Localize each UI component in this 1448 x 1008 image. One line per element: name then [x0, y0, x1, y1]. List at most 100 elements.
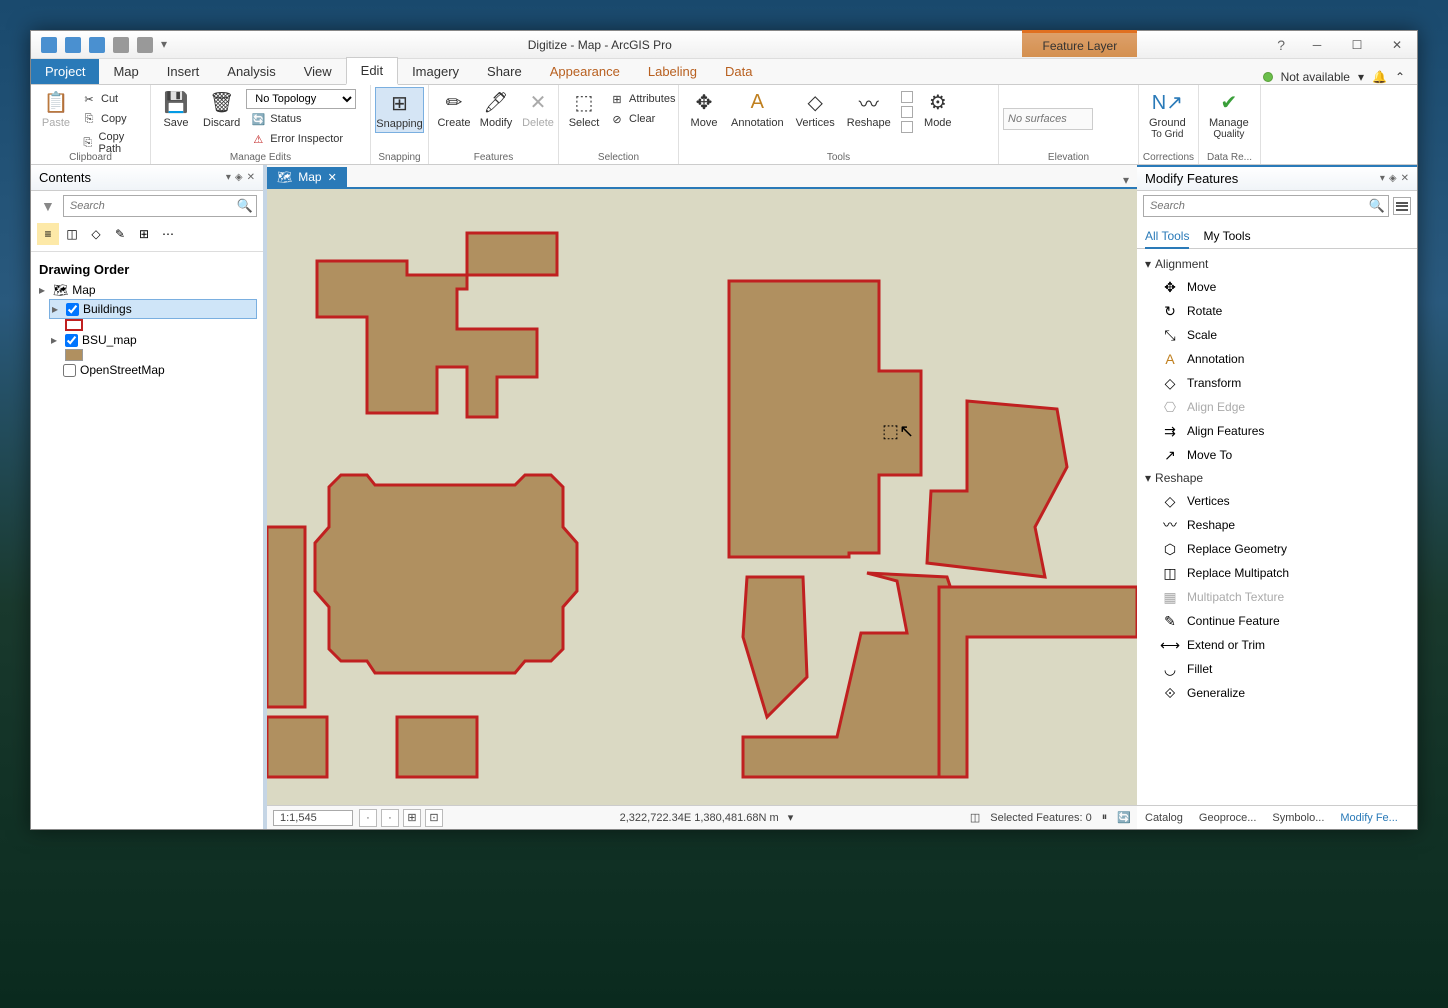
- tool-vertices[interactable]: ◇Vertices: [1137, 489, 1417, 513]
- tool-annotation[interactable]: AAnnotation: [1137, 347, 1417, 371]
- tool-extend-trim[interactable]: ⟷Extend or Trim: [1137, 633, 1417, 657]
- notification-icon[interactable]: 🔔: [1372, 70, 1387, 84]
- paste-button[interactable]: 📋 Paste: [35, 87, 77, 131]
- statusbar-icon-3[interactable]: ⊞: [403, 809, 421, 827]
- copy-button[interactable]: ⎘Copy: [77, 109, 146, 129]
- toc-list-by-editing[interactable]: ✎: [109, 223, 131, 245]
- tab-labeling[interactable]: Labeling: [634, 59, 711, 84]
- reshape-tool-button[interactable]: 〰Reshape: [841, 87, 897, 131]
- tab-project[interactable]: Project: [31, 59, 99, 84]
- toc-list-by-drawing-order[interactable]: ≡: [37, 223, 59, 245]
- map-canvas[interactable]: ⬚↖: [267, 189, 1137, 805]
- statusbar-icon-1[interactable]: ·: [359, 809, 377, 827]
- availability-dropdown-icon[interactable]: ▾: [1358, 70, 1364, 84]
- tool-transform[interactable]: ◇Transform: [1137, 371, 1417, 395]
- modify-search-input[interactable]: [1143, 195, 1389, 217]
- coordinates-dropdown-icon[interactable]: ▾: [788, 812, 794, 824]
- qat-redo-icon[interactable]: [137, 37, 153, 53]
- clear-button[interactable]: ⊘Clear: [605, 109, 679, 129]
- tab-view[interactable]: View: [290, 59, 346, 84]
- map-tab-close-icon[interactable]: ✕: [328, 171, 337, 184]
- buildings-visibility-checkbox[interactable]: [66, 303, 79, 316]
- tab-analysis[interactable]: Analysis: [213, 59, 289, 84]
- tab-appearance[interactable]: Appearance: [536, 59, 634, 84]
- toc-list-by-snapping[interactable]: ⊞: [133, 223, 155, 245]
- toc-list-by-selection[interactable]: ◇: [85, 223, 107, 245]
- bottom-tab-symbology[interactable]: Symbolo...: [1264, 808, 1332, 828]
- qat-new-icon[interactable]: [41, 37, 57, 53]
- tool-generalize[interactable]: ⟐Generalize: [1137, 681, 1417, 705]
- cut-button[interactable]: ✂Cut: [77, 89, 146, 109]
- expand-icon[interactable]: ▸: [52, 302, 62, 316]
- expand-icon[interactable]: ▸: [39, 283, 49, 297]
- toc-layer-buildings[interactable]: ▸ Buildings: [49, 299, 257, 319]
- toc-layer-bsu[interactable]: ▸ BSU_map: [49, 331, 257, 349]
- bsu-visibility-checkbox[interactable]: [65, 334, 78, 347]
- toc-more-icon[interactable]: ⋯: [157, 223, 179, 245]
- bottom-tab-modify-features[interactable]: Modify Fe...: [1332, 808, 1405, 828]
- expand-icon[interactable]: ▸: [51, 333, 61, 347]
- save-edits-button[interactable]: 💾Save: [155, 87, 197, 131]
- tab-edit[interactable]: Edit: [346, 57, 398, 85]
- tab-share[interactable]: Share: [473, 59, 536, 84]
- statusbar-icon-2[interactable]: ·: [381, 809, 399, 827]
- bottom-tab-geoprocessing[interactable]: Geoproce...: [1191, 808, 1264, 828]
- tool-reshape[interactable]: 〰Reshape: [1137, 513, 1417, 537]
- error-inspector-button[interactable]: ⚠Error Inspector: [246, 129, 356, 149]
- mode-button[interactable]: ⚙Mode: [917, 87, 959, 131]
- modify-button[interactable]: 🖊Modify: [475, 87, 517, 131]
- toc-map-node[interactable]: ▸ 🗺 Map: [37, 281, 257, 299]
- topology-dropdown[interactable]: No Topology: [246, 89, 356, 109]
- status-button[interactable]: 🔄Status: [246, 109, 356, 129]
- tool-rotate[interactable]: ↻Rotate: [1137, 299, 1417, 323]
- pause-drawing-icon[interactable]: ⏸: [1102, 811, 1108, 824]
- delete-button[interactable]: ✕Delete: [517, 87, 559, 131]
- search-icon[interactable]: 🔍: [237, 198, 253, 214]
- manage-quality-button[interactable]: ✔ Manage Quality: [1203, 87, 1255, 142]
- create-button[interactable]: ✏Create: [433, 87, 475, 131]
- search-icon[interactable]: 🔍: [1369, 198, 1385, 214]
- tab-map[interactable]: Map: [99, 59, 152, 84]
- mf-pin-icon[interactable]: ◈: [1389, 173, 1397, 184]
- toc-list-by-source[interactable]: ◫: [61, 223, 83, 245]
- mf-close-icon[interactable]: ✕: [1401, 173, 1409, 184]
- refresh-icon[interactable]: 🔄: [1117, 811, 1131, 824]
- mf-menu-icon[interactable]: [1393, 197, 1411, 215]
- tool-align-features[interactable]: ⇉Align Features: [1137, 419, 1417, 443]
- tool-scale[interactable]: ⤡Scale: [1137, 323, 1417, 347]
- help-icon[interactable]: ?: [1277, 37, 1285, 53]
- qat-undo-icon[interactable]: [113, 37, 129, 53]
- select-button[interactable]: ⬚Select: [563, 87, 605, 131]
- bottom-tab-catalog[interactable]: Catalog: [1137, 808, 1191, 828]
- vertices-tool-button[interactable]: ◇Vertices: [790, 87, 841, 131]
- toc-layer-osm[interactable]: OpenStreetMap: [61, 361, 257, 379]
- qat-dropdown-icon[interactable]: ▾: [161, 37, 167, 53]
- osm-visibility-checkbox[interactable]: [63, 364, 76, 377]
- tools-gallery-down[interactable]: [901, 106, 913, 118]
- tab-insert[interactable]: Insert: [153, 59, 214, 84]
- filter-icon[interactable]: ▼: [37, 198, 59, 214]
- tab-imagery[interactable]: Imagery: [398, 59, 473, 84]
- tools-gallery-up[interactable]: [901, 91, 913, 103]
- collapse-ribbon-icon[interactable]: ⌃: [1395, 70, 1405, 84]
- contents-close-icon[interactable]: ✕: [247, 172, 255, 183]
- move-tool-button[interactable]: ✥Move: [683, 87, 725, 131]
- alignment-group-header[interactable]: ▾Alignment: [1137, 253, 1417, 275]
- tool-move-to[interactable]: ↗Move To: [1137, 443, 1417, 467]
- qat-save-icon[interactable]: [89, 37, 105, 53]
- my-tools-tab[interactable]: My Tools: [1203, 225, 1250, 248]
- snapping-button[interactable]: ⊞Snapping: [375, 87, 424, 133]
- statusbar-icon-4[interactable]: ⊡: [425, 809, 443, 827]
- minimize-button[interactable]: ─: [1297, 31, 1337, 59]
- modify-tools-list[interactable]: ▾Alignment ✥Move ↻Rotate ⤡Scale AAnnotat…: [1137, 249, 1417, 805]
- attributes-button[interactable]: ⊞Attributes: [605, 89, 679, 109]
- tool-continue-feature[interactable]: ✎Continue Feature: [1137, 609, 1417, 633]
- tools-gallery-more[interactable]: [901, 121, 913, 133]
- contents-search-input[interactable]: [63, 195, 257, 217]
- mf-dropdown-icon[interactable]: ▾: [1380, 173, 1385, 184]
- availability-label[interactable]: Not available: [1281, 70, 1350, 84]
- tool-move[interactable]: ✥Move: [1137, 275, 1417, 299]
- reshape-group-header[interactable]: ▾Reshape: [1137, 467, 1417, 489]
- close-button[interactable]: ✕: [1377, 31, 1417, 59]
- tool-replace-multipatch[interactable]: ◫Replace Multipatch: [1137, 561, 1417, 585]
